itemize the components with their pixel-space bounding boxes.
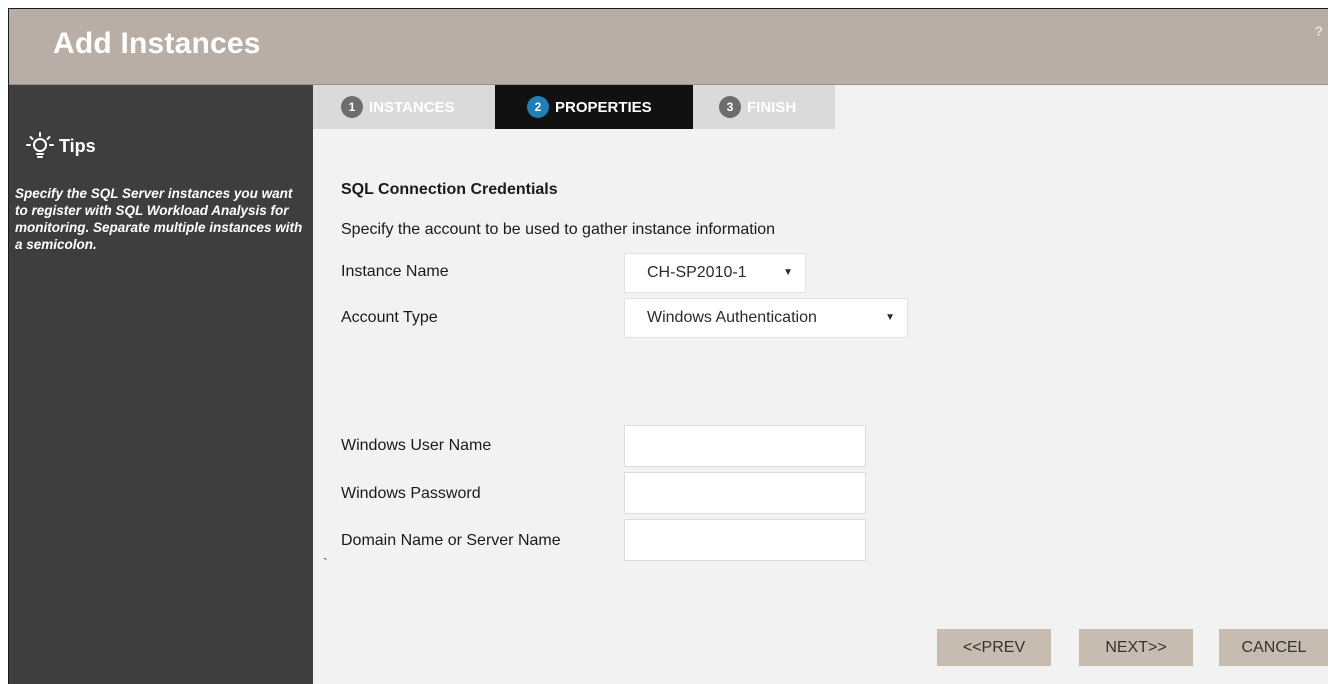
wizard-content: 1 INSTANCES 2 PROPERTIES 3 FINISH SQL Co… xyxy=(313,85,1328,684)
instance-name-label: Instance Name xyxy=(341,263,449,280)
tab-properties[interactable]: 2 PROPERTIES xyxy=(495,85,693,129)
stray-mark: ` xyxy=(323,555,328,571)
tips-header: Tips xyxy=(25,131,96,161)
title-bar: Add Instances ? xyxy=(9,9,1328,85)
instance-name-select[interactable]: CH-SP2010-1 ▼ xyxy=(624,253,806,293)
account-type-value: Windows Authentication xyxy=(647,309,817,326)
instance-name-value: CH-SP2010-1 xyxy=(647,264,747,281)
section-title: SQL Connection Credentials xyxy=(341,181,558,198)
windows-user-name-label: Windows User Name xyxy=(341,437,492,454)
tab-label: PROPERTIES xyxy=(555,98,652,116)
domain-name-label: Domain Name or Server Name xyxy=(341,532,561,549)
next-button[interactable]: NEXT>> xyxy=(1079,629,1193,666)
help-icon[interactable]: ? xyxy=(1314,23,1323,39)
add-instances-dialog: Add Instances ? Tips Specify the SQL Ser… xyxy=(8,8,1328,684)
step-number-1: 1 xyxy=(341,96,363,118)
windows-user-name-input[interactable] xyxy=(624,425,866,467)
tab-instances[interactable]: 1 INSTANCES xyxy=(313,85,495,129)
step-number-3: 3 xyxy=(719,96,741,118)
step-number-2: 2 xyxy=(527,96,549,118)
section-description: Specify the account to be used to gather… xyxy=(341,221,776,238)
prev-button[interactable]: <<PREV xyxy=(937,629,1051,666)
tab-finish[interactable]: 3 FINISH xyxy=(693,85,835,129)
windows-password-input[interactable] xyxy=(624,472,866,514)
caret-down-icon: ▼ xyxy=(885,312,895,323)
domain-name-input[interactable] xyxy=(624,519,866,561)
lightbulb-icon xyxy=(25,131,55,161)
wizard-steps: 1 INSTANCES 2 PROPERTIES 3 FINISH xyxy=(313,85,835,129)
tips-sidebar: Tips Specify the SQL Server instances yo… xyxy=(9,85,313,684)
tips-text: Specify the SQL Server instances you wan… xyxy=(15,186,303,252)
windows-password-label: Windows Password xyxy=(341,485,481,502)
cancel-button[interactable]: CANCEL xyxy=(1219,629,1328,666)
tab-label: FINISH xyxy=(747,98,797,116)
account-type-label: Account Type xyxy=(341,309,438,326)
tips-heading: Tips xyxy=(59,135,96,156)
caret-down-icon: ▼ xyxy=(783,267,793,278)
dialog-title: Add Instances xyxy=(53,27,261,60)
tab-label: INSTANCES xyxy=(369,98,455,116)
account-type-select[interactable]: Windows Authentication ▼ xyxy=(624,298,908,338)
